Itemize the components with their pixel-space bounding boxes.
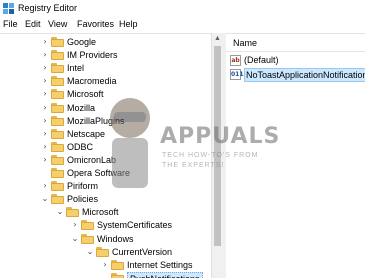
expand-chevron-icon[interactable]: › <box>40 127 50 141</box>
tree-item-label: Opera Software <box>67 168 131 178</box>
folder-icon <box>51 89 64 100</box>
folder-icon <box>51 154 64 165</box>
tree-item[interactable]: Opera Software <box>40 166 210 180</box>
folder-icon <box>51 181 64 192</box>
tree-item[interactable]: › Mozilla <box>40 101 210 115</box>
expand-chevron-icon[interactable]: › <box>40 140 50 154</box>
tree-item-label: Piriform <box>67 181 98 192</box>
folder-icon <box>51 76 64 87</box>
tree-item[interactable]: › Netscape <box>40 127 210 141</box>
menu-help[interactable]: Help <box>119 19 138 29</box>
folder-icon <box>51 194 64 205</box>
tree-item-label: Intel <box>67 63 85 74</box>
expand-chevron-icon[interactable]: › <box>40 101 50 115</box>
expand-chevron-icon[interactable]: › <box>100 258 110 272</box>
tree-item[interactable]: ⌄ Microsoft <box>55 205 210 219</box>
no-expander <box>40 166 50 180</box>
tree-item[interactable]: › Piriform <box>40 179 210 193</box>
menu-favorites[interactable]: Favorites <box>77 19 114 29</box>
tree-item-label: ODBC <box>67 141 94 152</box>
tree-item-label: Microsoft <box>82 207 119 218</box>
expand-chevron-icon[interactable]: › <box>40 114 50 128</box>
tree-item-label: Microsoft <box>67 89 104 100</box>
tree-item[interactable]: ⌄ CurrentVersion <box>85 245 210 259</box>
expand-chevron-icon[interactable]: › <box>70 218 80 232</box>
folder-icon <box>66 207 79 218</box>
value-row[interactable]: ab (Default) <box>228 54 365 67</box>
folder-icon <box>51 102 64 113</box>
expand-chevron-icon[interactable]: › <box>40 61 50 75</box>
tree-item[interactable]: ⌄ Windows <box>70 232 210 246</box>
column-header-name[interactable]: Name <box>226 34 365 52</box>
expand-chevron-icon[interactable]: › <box>40 87 50 101</box>
tree-item[interactable]: ⌄ Policies <box>40 192 210 206</box>
tree-item-label: Google <box>67 37 97 47</box>
folder-icon <box>51 168 64 178</box>
folder-icon <box>51 115 64 126</box>
menu-bar: File Edit View Favorites Help <box>0 17 365 32</box>
expand-chevron-icon[interactable]: ⌄ <box>70 232 80 246</box>
registry-values-list: Name ab (Default) 011 NoToastApplication… <box>226 33 365 278</box>
folder-icon <box>111 272 124 278</box>
expand-chevron-icon[interactable]: ⌄ <box>40 192 50 206</box>
tree-item-label: IM Providers <box>67 50 118 61</box>
folder-icon <box>51 141 64 152</box>
folder-icon <box>51 63 64 74</box>
tree-item[interactable]: › MozillaPlugins <box>40 114 210 128</box>
no-expander <box>100 271 110 278</box>
tree-item-selected[interactable]: PushNotifications <box>100 271 210 278</box>
folder-icon <box>51 128 64 139</box>
tree-item-label: Mozilla <box>67 102 96 113</box>
tree-item-label: SystemCertificates <box>97 220 173 231</box>
folder-icon <box>81 233 94 244</box>
scrollbar-thumb[interactable] <box>214 46 221 246</box>
folder-icon <box>96 246 109 257</box>
menu-file[interactable]: File <box>3 19 18 29</box>
registry-key-tree[interactable]: › Google › IM Providers › Intel › Macromedia › Mi… <box>0 33 222 278</box>
tree-item[interactable]: › Intel <box>40 61 210 75</box>
tree-item-label: CurrentVersion <box>112 246 173 257</box>
tree-item[interactable]: › Microsoft <box>40 87 210 101</box>
tree-item[interactable]: › Google <box>40 35 210 49</box>
expand-chevron-icon[interactable]: › <box>40 153 50 167</box>
title-bar: Registry Editor <box>0 0 365 17</box>
folder-icon <box>51 50 64 61</box>
expand-chevron-icon[interactable]: ⌄ <box>55 205 65 219</box>
tree-item-label: Policies <box>67 194 99 205</box>
tree-item-label: Windows <box>97 233 134 244</box>
menu-view[interactable]: View <box>48 19 67 29</box>
menu-edit[interactable]: Edit <box>25 19 41 29</box>
folder-icon <box>51 37 64 47</box>
folder-icon <box>111 259 124 270</box>
tree-item[interactable]: › IM Providers <box>40 48 210 62</box>
expand-chevron-icon[interactable]: › <box>40 48 50 62</box>
tree-item[interactable]: › ODBC <box>40 140 210 154</box>
tree-item-label: Netscape <box>67 128 106 139</box>
binary-value-icon: 011 <box>230 69 244 80</box>
value-row-selected[interactable]: 011 NoToastApplicationNotification <box>228 68 365 82</box>
tree-item-label: Internet Settings <box>127 259 193 270</box>
registry-editor-icon <box>3 3 14 14</box>
folder-icon <box>81 220 94 231</box>
tree-item[interactable]: › Internet Settings <box>100 258 210 272</box>
tree-item[interactable]: › SystemCertificates <box>70 218 210 232</box>
tree-item-label: OmicronLab <box>67 154 117 165</box>
expand-chevron-icon[interactable]: › <box>40 74 50 88</box>
expand-chevron-icon[interactable]: › <box>40 179 50 193</box>
tree-scrollbar[interactable]: ▲ <box>211 33 222 278</box>
tree-item-label: Macromedia <box>67 76 117 87</box>
tree-item[interactable]: › Macromedia <box>40 74 210 88</box>
column-header-label: Name <box>233 38 258 48</box>
expand-chevron-icon[interactable]: ⌄ <box>85 245 95 259</box>
window-title: Registry Editor <box>18 3 78 13</box>
tree-item[interactable]: › OmicronLab <box>40 153 210 167</box>
value-name: (Default) <box>244 55 279 65</box>
value-name: NoToastApplicationNotification <box>244 68 365 82</box>
expand-chevron-icon[interactable]: › <box>40 35 50 49</box>
tree-item-label: MozillaPlugins <box>67 115 125 126</box>
string-value-icon: ab <box>230 55 241 66</box>
tree-item-label: PushNotifications <box>127 271 203 278</box>
